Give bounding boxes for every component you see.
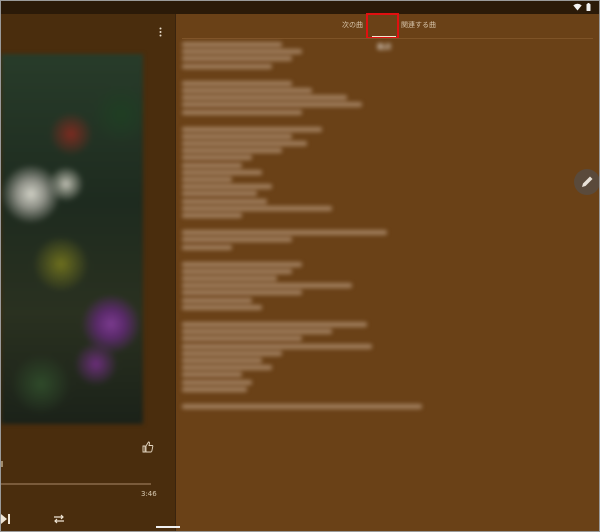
progress-bar[interactable] [1,483,151,485]
now-playing-panel: 3:46 [1,14,175,531]
tab-divider [182,38,593,39]
navigation-handle[interactable] [156,526,180,528]
tab-related[interactable]: 関連する曲 [401,20,436,30]
lyrics-panel: 次の曲 歌詞 関連する曲 [176,13,599,531]
wifi-icon [573,3,582,11]
album-artwork [1,54,143,424]
edit-pencil-icon[interactable] [574,169,599,195]
tab-bar: 次の曲 歌詞 関連する曲 [176,13,599,51]
status-bar [1,1,599,14]
highlight-box [366,13,399,39]
repeat-icon[interactable] [52,510,66,524]
battery-icon [586,3,591,11]
track-duration: 3:46 [141,490,157,498]
app-window: 3:46 次の曲 歌詞 関連する曲 [0,0,600,532]
more-options-icon[interactable] [154,24,166,40]
tab-up-next[interactable]: 次の曲 [342,20,363,30]
lyrics-text-blurred [182,42,422,411]
skip-next-icon[interactable] [1,510,11,524]
thumb-up-icon[interactable] [142,438,154,453]
song-info-fragment [1,461,3,467]
